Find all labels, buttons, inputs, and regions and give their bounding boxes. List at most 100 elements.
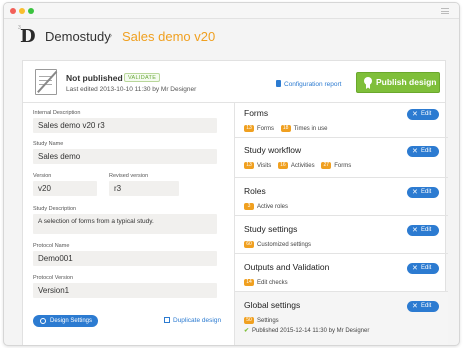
protocol-version-label: Protocol Version bbox=[33, 275, 74, 281]
app-window: D 3 Demostudy › Sales demo v20 Not publi… bbox=[3, 2, 460, 346]
stat-label: Edit checks bbox=[257, 280, 288, 286]
edit-workflow-button[interactable]: ✕ Edit bbox=[407, 146, 439, 157]
protocol-name-label: Protocol Name bbox=[33, 243, 70, 249]
stat-label: Settings bbox=[257, 318, 279, 324]
unpublished-form-icon bbox=[35, 69, 57, 95]
study-name-label: Study Name bbox=[33, 141, 64, 147]
edit-label: Edit bbox=[421, 303, 432, 309]
publish-design-label: Publish design bbox=[376, 77, 437, 87]
edit-global-button[interactable]: ✕ Edit bbox=[407, 301, 439, 312]
breadcrumb-separator-icon: › bbox=[109, 30, 113, 41]
count-badge: 3 bbox=[244, 203, 254, 210]
internal-description-label: Internal Description bbox=[33, 110, 81, 116]
count-badge: 60 bbox=[244, 241, 254, 248]
section-study-settings: Study settings ✕ Edit 60 Customized settin… bbox=[235, 216, 448, 254]
minimize-window-button[interactable] bbox=[19, 8, 25, 14]
tools-icon bbox=[40, 318, 46, 324]
publish-status-bar: Not published VALIDATE Last edited 2013-… bbox=[23, 61, 445, 103]
global-published-text: Published 2015-12-14 11:30 by Mr Designe… bbox=[252, 328, 370, 334]
stat-label: Times in use bbox=[293, 126, 328, 132]
app-header: D 3 Demostudy › Sales demo v20 bbox=[4, 19, 459, 53]
edit-label: Edit bbox=[421, 265, 432, 271]
duplicate-design-label: Duplicate design bbox=[173, 317, 222, 324]
count-badge: 14 bbox=[244, 279, 254, 286]
edit-label: Edit bbox=[421, 227, 432, 233]
section-outputs-validation: Outputs and Validation ✕ Edit 14 Edit chec… bbox=[235, 254, 448, 292]
publish-design-button[interactable]: Publish design bbox=[356, 72, 440, 93]
design-settings-button[interactable]: Design Settings bbox=[33, 315, 98, 327]
study-name-field[interactable]: Sales demo bbox=[33, 149, 217, 164]
study-details-form: Internal Description Sales demo v20 r3 S… bbox=[23, 103, 234, 345]
section-title-roles: Roles bbox=[244, 186, 266, 196]
configuration-report-label: Configuration report bbox=[284, 81, 342, 88]
section-title-workflow: Study workflow bbox=[244, 145, 302, 155]
count-badge: 13 bbox=[244, 125, 254, 132]
hamburger-icon[interactable] bbox=[441, 8, 449, 14]
tools-icon: ✕ bbox=[412, 111, 418, 118]
breadcrumb-current: Sales demo v20 bbox=[122, 29, 216, 44]
version-field[interactable]: v20 bbox=[33, 181, 97, 196]
internal-description-field[interactable]: Sales demo v20 r3 bbox=[33, 118, 217, 133]
count-badge: 16 bbox=[277, 162, 288, 169]
workflow-stats: 13 Visits 16 Activities 27 Forms bbox=[244, 162, 356, 171]
stat-label: Forms bbox=[334, 163, 352, 169]
app-logo[interactable]: D bbox=[20, 26, 36, 47]
section-global-settings: Global settings ✕ Edit 50 Settings ✔ Publis… bbox=[235, 292, 448, 345]
edit-outputs-button[interactable]: ✕ Edit bbox=[407, 263, 439, 274]
section-forms: Forms ✕ Edit 13 Forms 18 Times in use bbox=[235, 103, 448, 138]
edit-label: Edit bbox=[421, 148, 432, 154]
forms-stats: 13 Forms 18 Times in use bbox=[244, 125, 332, 134]
maximize-window-button[interactable] bbox=[28, 8, 34, 14]
edit-label: Edit bbox=[421, 111, 432, 117]
edit-forms-button[interactable]: ✕ Edit bbox=[407, 109, 439, 120]
stat-label: Active roles bbox=[257, 204, 289, 210]
validate-badge[interactable]: VALIDATE bbox=[124, 73, 161, 82]
design-sections-list: Forms ✕ Edit 13 Forms 18 Times in use Study… bbox=[234, 103, 448, 345]
section-title-study-settings: Study settings bbox=[244, 224, 298, 234]
configuration-report-link[interactable]: Configuration report bbox=[276, 80, 341, 88]
duplicate-design-link[interactable]: Duplicate design bbox=[164, 317, 221, 324]
tools-icon: ✕ bbox=[412, 148, 418, 155]
section-title-global: Global settings bbox=[244, 300, 301, 310]
publish-status-title: Not published bbox=[66, 73, 123, 83]
study-description-label: Study Description bbox=[33, 206, 77, 212]
study-description-field[interactable]: A selection of forms from a typical stud… bbox=[33, 214, 217, 234]
edit-label: Edit bbox=[421, 189, 432, 195]
close-window-button[interactable] bbox=[10, 8, 16, 14]
count-badge: 13 bbox=[244, 162, 254, 169]
stat-label: Forms bbox=[257, 126, 274, 132]
edit-study-settings-button[interactable]: ✕ Edit bbox=[407, 225, 439, 236]
breadcrumb-root[interactable]: Demostudy bbox=[45, 29, 111, 44]
global-published-row: ✔ Published 2015-12-14 11:30 by Mr Design… bbox=[244, 327, 369, 336]
tools-icon: ✕ bbox=[412, 227, 418, 234]
tools-icon: ✕ bbox=[412, 265, 418, 272]
document-icon bbox=[276, 80, 281, 87]
protocol-version-field[interactable]: Version1 bbox=[33, 283, 217, 298]
tools-icon: ✕ bbox=[412, 189, 418, 196]
stat-label: Visits bbox=[257, 163, 272, 169]
tools-icon: ✕ bbox=[412, 303, 418, 310]
revised-version-label: Revised version bbox=[109, 173, 149, 179]
section-title-forms: Forms bbox=[244, 108, 269, 118]
study-settings-stats: 60 Customized settings bbox=[244, 241, 316, 250]
section-roles: Roles ✕ Edit 3 Active roles bbox=[235, 178, 448, 216]
roles-stats: 3 Active roles bbox=[244, 203, 293, 212]
global-stats: 50 Settings bbox=[244, 317, 284, 326]
app-logo-superscript: 3 bbox=[18, 25, 21, 31]
count-badge: 27 bbox=[321, 162, 332, 169]
titlebar bbox=[4, 3, 459, 19]
design-settings-label: Design Settings bbox=[50, 318, 93, 324]
duplicate-icon bbox=[164, 317, 170, 323]
design-overview-panel: Not published VALIDATE Last edited 2013-… bbox=[22, 60, 448, 345]
revised-version-field[interactable]: r3 bbox=[109, 181, 179, 196]
stat-label: Customized settings bbox=[257, 242, 312, 248]
edit-roles-button[interactable]: ✕ Edit bbox=[407, 187, 439, 198]
protocol-name-field[interactable]: Demo001 bbox=[33, 251, 217, 266]
version-label: Version bbox=[33, 173, 52, 179]
count-badge: 18 bbox=[280, 125, 291, 132]
section-title-outputs: Outputs and Validation bbox=[244, 262, 330, 272]
stat-label: Activities bbox=[290, 163, 315, 169]
section-study-workflow: Study workflow ✕ Edit 13 Visits 16 Activiti… bbox=[235, 138, 448, 178]
outputs-stats: 14 Edit checks bbox=[244, 279, 293, 288]
award-ribbon-icon bbox=[364, 77, 372, 85]
